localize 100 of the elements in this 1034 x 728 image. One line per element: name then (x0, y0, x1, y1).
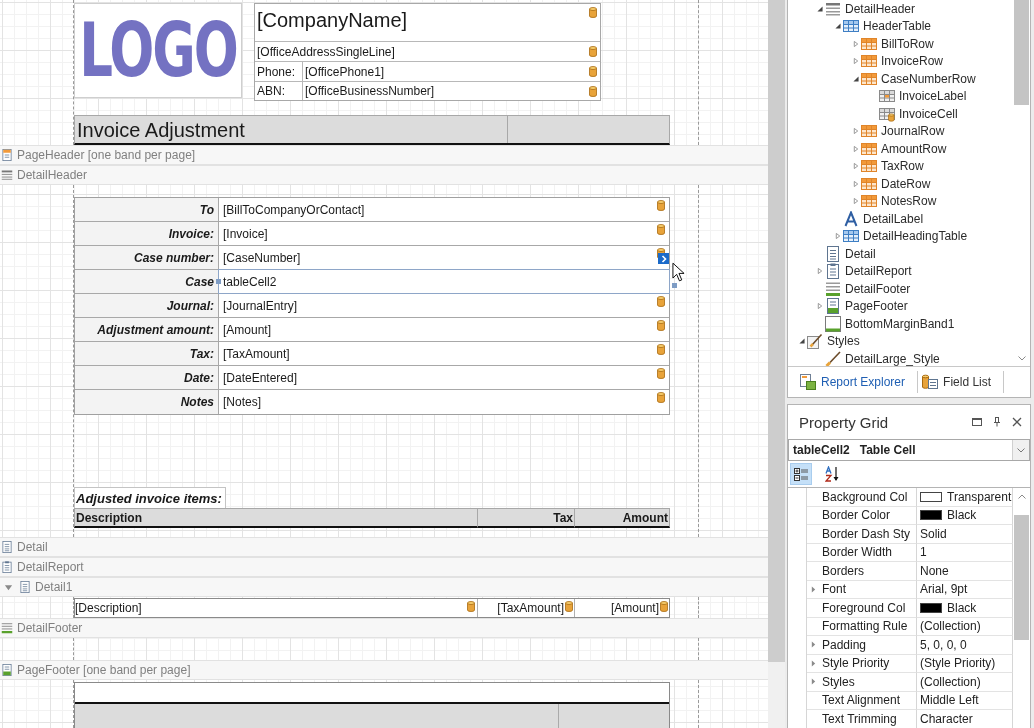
tree-item[interactable]: PageFooter (845, 299, 908, 314)
property-name[interactable]: Text Alignment (822, 693, 901, 708)
expand-arrow-icon[interactable] (811, 641, 816, 649)
collapse-arrow-icon[interactable] (798, 338, 805, 345)
panel-tab[interactable]: Report Explorer (796, 371, 919, 393)
pin-icon[interactable] (992, 417, 1002, 427)
expand-arrow-icon[interactable] (852, 163, 859, 170)
property-value[interactable]: Black (947, 600, 977, 615)
selected-cell[interactable]: tableCell2 (219, 270, 669, 293)
tree-item[interactable]: CaseNumberRow (881, 71, 976, 86)
collapse-arrow-icon[interactable] (834, 23, 841, 30)
property-name[interactable]: Borders (822, 563, 865, 578)
expand-arrow-icon[interactable] (811, 659, 816, 667)
property-value[interactable]: Middle Left (920, 693, 979, 708)
expand-arrow-icon[interactable] (811, 678, 816, 686)
expand-arrow-icon[interactable] (852, 145, 859, 152)
scrollbar-thumb[interactable] (1014, 0, 1029, 105)
tree-item[interactable]: DetailLabel (863, 211, 924, 226)
database-icon (589, 46, 597, 57)
field-cell[interactable]: [Invoice] (219, 222, 669, 245)
expand-arrow-icon[interactable] (834, 233, 841, 240)
property-value[interactable]: (Collection) (920, 619, 981, 634)
expand-arrow-icon[interactable] (816, 303, 823, 310)
expand-arrow-icon[interactable] (811, 585, 816, 593)
toolbar-button[interactable] (790, 463, 812, 485)
chevron-down-icon[interactable] (1017, 356, 1026, 361)
property-name[interactable]: Foreground Col (822, 600, 906, 615)
resize-handle[interactable] (216, 279, 221, 284)
property-name[interactable]: Border Width (822, 545, 893, 560)
property-name[interactable]: Font (822, 582, 846, 597)
property-name[interactable]: Style Priority (822, 656, 890, 671)
property-name[interactable]: Formatting Rule (822, 619, 908, 634)
tree-item[interactable]: Detail (845, 246, 876, 261)
band-strip[interactable]: PageHeader [one band per page] (0, 145, 768, 165)
field-cell[interactable]: [BillToCompanyOrContact] (219, 198, 669, 221)
tree-item[interactable]: DetailHeader (845, 1, 916, 16)
property-value[interactable]: Solid (920, 526, 947, 541)
tree-item[interactable]: NotesRow (881, 194, 937, 209)
expand-arrow-icon[interactable] (852, 180, 859, 187)
property-name[interactable]: Padding (822, 637, 867, 652)
band-strip[interactable]: DetailFooter (0, 618, 768, 638)
collapse-arrow-icon[interactable] (852, 75, 859, 82)
tree-item[interactable]: Styles (827, 334, 860, 349)
band-strip[interactable]: PageFooter [one band per page] (0, 660, 768, 680)
close-icon[interactable] (1012, 417, 1022, 427)
tree-item[interactable]: AmountRow (881, 141, 947, 156)
property-name[interactable]: Border Dash Sty (822, 526, 911, 541)
tree-item[interactable]: InvoiceCell (899, 106, 958, 121)
field-label: Case (75, 270, 219, 293)
property-value[interactable]: Character (920, 711, 973, 726)
tree-item[interactable]: BillToRow (881, 36, 934, 51)
property-value[interactable]: (Collection) (920, 674, 981, 689)
collapse-arrow-icon[interactable] (816, 5, 823, 12)
object-selector[interactable]: tableCell2 Table Cell (788, 439, 1030, 461)
tree-item[interactable]: InvoiceLabel (899, 89, 967, 104)
expand-arrow-icon[interactable] (852, 128, 859, 135)
band-strip[interactable]: DetailReport (0, 557, 768, 577)
tree-item[interactable]: InvoiceRow (881, 54, 944, 69)
scrollbar-thumb[interactable] (1014, 515, 1029, 640)
band-label: DetailFooter (17, 621, 83, 635)
band-strip[interactable]: Detail1 (0, 577, 768, 597)
property-value[interactable]: Transparent (947, 489, 1012, 504)
field-cell[interactable]: [Amount] (219, 318, 669, 341)
property-value[interactable]: None (920, 563, 949, 578)
field-cell[interactable]: [Notes] (219, 390, 669, 414)
resize-handle[interactable] (672, 283, 677, 288)
expand-arrow-icon[interactable] (816, 268, 823, 275)
tree-item[interactable]: DetailReport (845, 264, 912, 279)
property-name[interactable]: Text Trimming (822, 711, 897, 726)
tree-item[interactable]: TaxRow (881, 159, 924, 174)
tree-item[interactable]: DetailHeadingTable (863, 229, 968, 244)
tree-item[interactable]: DetailLarge_Style (845, 351, 940, 366)
property-value[interactable]: (Style Priority) (920, 656, 996, 671)
tree-item[interactable]: DateRow (881, 176, 931, 191)
panel-tab[interactable]: Field List (918, 371, 1005, 393)
property-value[interactable]: Black (947, 508, 977, 523)
expand-arrow-icon[interactable] (852, 40, 859, 47)
categorized-icon (793, 466, 809, 482)
field-cell[interactable]: [DateEntered] (219, 366, 669, 389)
field-cell[interactable]: [JournalEntry] (219, 294, 669, 317)
property-name[interactable]: Background Col (822, 489, 908, 504)
expand-arrow-icon[interactable] (852, 58, 859, 65)
band-lines-icon (825, 280, 841, 297)
tree-item[interactable]: BottomMarginBand1 (845, 316, 955, 331)
expand-arrow-icon[interactable] (852, 198, 859, 205)
property-value[interactable]: 5, 0, 0, 0 (920, 637, 967, 652)
band-strip[interactable]: Detail (0, 537, 768, 557)
tree-item[interactable]: JournalRow (881, 124, 945, 139)
field-cell[interactable]: [TaxAmount] (219, 342, 669, 365)
field-label: Journal: (75, 294, 219, 317)
chevron-up-icon[interactable] (1017, 494, 1026, 499)
property-name[interactable]: Styles (822, 674, 855, 689)
property-name[interactable]: Border Color (822, 508, 891, 523)
property-value[interactable]: Arial, 9pt (920, 582, 968, 597)
property-value[interactable]: 1 (920, 545, 927, 560)
tree-item[interactable]: DetailFooter (845, 281, 911, 296)
tree-item[interactable]: HeaderTable (863, 19, 932, 34)
band-strip[interactable]: DetailHeader (0, 165, 768, 185)
smart-tag-menu[interactable] (658, 253, 669, 264)
maximize-icon[interactable] (972, 417, 982, 427)
